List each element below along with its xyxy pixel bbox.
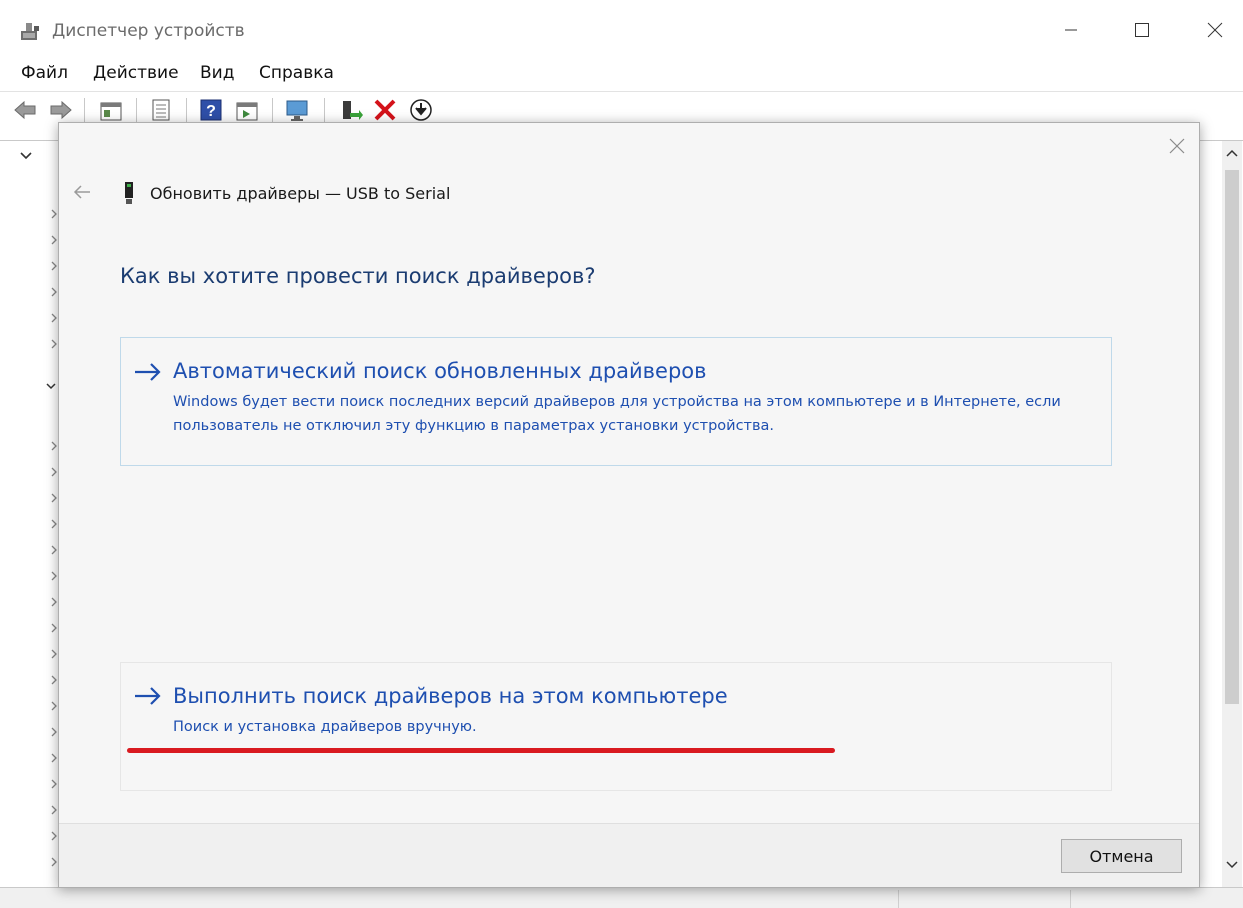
scroll-down-icon[interactable]: [1224, 856, 1240, 872]
dialog-footer: Отмена: [59, 823, 1199, 887]
help-icon[interactable]: ?: [198, 97, 224, 123]
close-button[interactable]: [1192, 10, 1238, 50]
menu-separator: [0, 91, 1243, 92]
back-arrow-icon[interactable]: [71, 181, 93, 203]
option-description: Windows будет вести поиск последних верс…: [173, 394, 1061, 434]
menu-help[interactable]: Справка: [259, 62, 334, 84]
dialog-question: Как вы хотите провести поиск драйверов?: [120, 264, 596, 288]
maximize-button[interactable]: [1119, 10, 1165, 50]
arrow-right-icon: [135, 363, 161, 381]
back-arrow-icon[interactable]: [12, 97, 38, 123]
cancel-button[interactable]: Отмена: [1061, 839, 1182, 873]
list-icon[interactable]: [148, 97, 174, 123]
uninstall-icon[interactable]: [372, 97, 398, 123]
toolbar-separator: [186, 98, 187, 122]
minimize-icon: [1065, 29, 1077, 31]
arrow-right-icon: [135, 687, 161, 705]
svg-text:?: ?: [206, 103, 216, 120]
scrollbar-thumb[interactable]: [1225, 170, 1239, 704]
toolbar-separator: [324, 98, 325, 122]
auto-search-option[interactable]: Автоматический поиск обновленных драйвер…: [120, 337, 1112, 466]
status-bar: [0, 888, 1243, 908]
title-bar: Диспетчер устройств: [0, 0, 1243, 62]
window-title: Диспетчер устройств: [52, 21, 245, 41]
chevron-down-icon[interactable]: [46, 380, 56, 392]
update-drivers-dialog: Обновить драйверы — USB to Serial Как вы…: [58, 122, 1200, 888]
download-icon[interactable]: [408, 97, 434, 123]
maximize-icon: [1135, 23, 1149, 37]
option-description: Поиск и установка драйверов вручную.: [173, 719, 477, 735]
menu-view[interactable]: Вид: [200, 62, 234, 84]
dialog-close-button[interactable]: [1163, 133, 1191, 159]
scroll-up-icon[interactable]: [1224, 146, 1240, 162]
properties-icon[interactable]: [98, 97, 124, 123]
add-driver-icon[interactable]: [337, 97, 363, 123]
close-icon: [1169, 138, 1185, 154]
menu-action[interactable]: Действие: [93, 62, 179, 84]
manual-search-option[interactable]: Выполнить поиск драйверов на этом компью…: [120, 662, 1112, 791]
status-divider: [1070, 890, 1071, 908]
dialog-title: Обновить драйверы — USB to Serial: [150, 184, 451, 203]
toolbar-separator: [136, 98, 137, 122]
chevron-down-icon[interactable]: [18, 148, 34, 164]
highlight-underline: [127, 748, 835, 753]
toolbar-separator: [84, 98, 85, 122]
device-manager-icon: [21, 23, 39, 40]
option-title: Выполнить поиск драйверов на этом компью…: [173, 684, 728, 708]
toolbar-separator: [272, 98, 273, 122]
menu-bar: Файл Действие Вид Справка: [0, 58, 1243, 88]
monitor-icon[interactable]: [285, 97, 311, 123]
view-icon[interactable]: [234, 97, 260, 123]
usb-device-icon: [125, 182, 133, 204]
forward-arrow-icon[interactable]: [48, 97, 74, 123]
status-divider: [898, 890, 899, 908]
minimize-button[interactable]: [1048, 10, 1094, 50]
option-title: Автоматический поиск обновленных драйвер…: [173, 359, 707, 383]
menu-file[interactable]: Файл: [21, 62, 68, 84]
close-icon: [1207, 22, 1223, 38]
